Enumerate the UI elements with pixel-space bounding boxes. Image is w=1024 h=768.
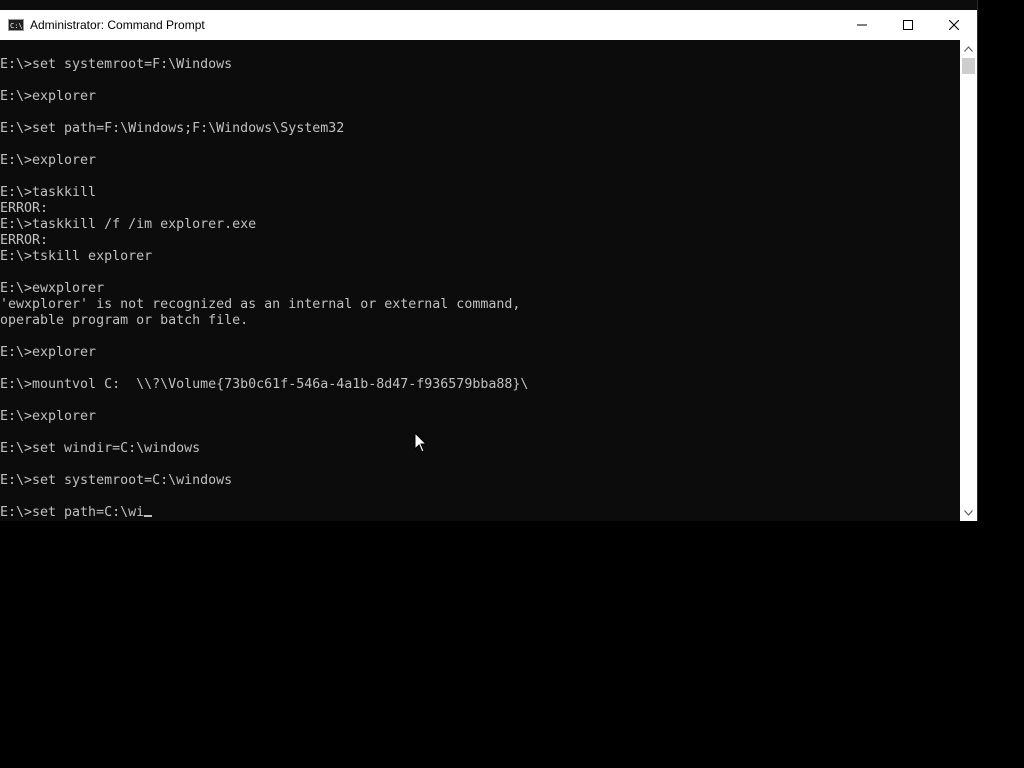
scrollbar-thumb[interactable] — [962, 58, 975, 74]
console-line: operable program or batch file. — [0, 313, 248, 329]
console-line-text: E:\>set systemroot=F:\Windows — [0, 57, 233, 72]
console-line-text: E:\>ewxplorer — [0, 281, 105, 296]
console-line-text: E:\>explorer — [0, 345, 97, 360]
console-line-text: E:\>set systemroot=C:\windows — [0, 473, 233, 488]
console-line: E:\>explorer — [0, 89, 96, 105]
console-line-text: E:\>explorer — [0, 409, 97, 424]
console-line: E:\>mountvol C: \\?\Volume{73b0c61f-546a… — [0, 377, 528, 393]
console-output[interactable]: E:\>set systemroot=F:\Windows E:\>explore… — [0, 40, 960, 521]
console-line-text: E:\>explorer — [0, 89, 97, 104]
console-line-text: ERROR: — [0, 201, 49, 216]
console-line-text: ERROR: — [0, 233, 49, 248]
console-line-text: E:\>explorer — [0, 153, 97, 168]
mouse-pointer-icon — [414, 432, 428, 453]
close-icon — [949, 20, 959, 30]
console-line-text: E:\>taskkill /f /im explorer.exe — [0, 217, 257, 232]
text-cursor — [144, 515, 153, 517]
minimize-icon — [857, 24, 867, 26]
console-line-text: E:\>taskkill — [0, 185, 97, 200]
console-line: E:\>ewxplorer — [0, 281, 104, 297]
close-button[interactable] — [931, 10, 977, 40]
maximize-button[interactable] — [885, 10, 931, 40]
console-line-text: operable program or batch file. — [0, 313, 249, 328]
console-line: E:\>set systemroot=C:\windows — [0, 473, 232, 489]
maximize-icon — [903, 20, 913, 30]
console-line-text: 'ewxplorer' is not recognized as an inte… — [0, 297, 521, 312]
console-line: ERROR: — [0, 233, 48, 249]
console-line-text: E:\>set windir=C:\windows — [0, 441, 201, 456]
window-controls — [839, 10, 977, 40]
scroll-down-button[interactable] — [960, 504, 977, 521]
console-line: E:\>set path=C:\wi — [0, 505, 153, 521]
console-line-text: E:\>set path=C:\wi — [0, 505, 145, 520]
console-line-text: E:\>set path=F:\Windows;F:\Windows\Syste… — [0, 121, 345, 136]
console-line: E:\>tskill explorer — [0, 249, 152, 265]
console-line: ERROR: — [0, 201, 48, 217]
minimize-button[interactable] — [839, 10, 885, 40]
console-line: E:\>set path=F:\Windows;F:\Windows\Syste… — [0, 121, 344, 137]
console-line: E:\>set systemroot=F:\Windows — [0, 57, 232, 73]
console-line: E:\>explorer — [0, 345, 96, 361]
console-line: E:\>explorer — [0, 409, 96, 425]
chevron-up-icon — [964, 45, 973, 52]
title-bar[interactable]: C:\ Administrator: Command Prompt — [0, 10, 977, 40]
chevron-down-icon — [964, 509, 973, 516]
command-prompt-icon[interactable]: C:\ — [8, 19, 24, 31]
console-line: E:\>explorer — [0, 153, 96, 169]
window-title: Administrator: Command Prompt — [30, 18, 205, 32]
vertical-scrollbar[interactable] — [960, 40, 977, 521]
scroll-up-button[interactable] — [960, 40, 977, 57]
console-line-text: E:\>tskill explorer — [0, 249, 153, 264]
console-line-text: E:\>mountvol C: \\?\Volume{73b0c61f-546a… — [0, 377, 529, 392]
console-line: 'ewxplorer' is not recognized as an inte… — [0, 297, 520, 313]
console-line: E:\>taskkill — [0, 185, 96, 201]
console-line: E:\>set windir=C:\windows — [0, 441, 200, 457]
command-prompt-window[interactable]: C:\ Administrator: Command Prompt E:\>se… — [0, 0, 978, 521]
console-line: E:\>taskkill /f /im explorer.exe — [0, 217, 256, 233]
